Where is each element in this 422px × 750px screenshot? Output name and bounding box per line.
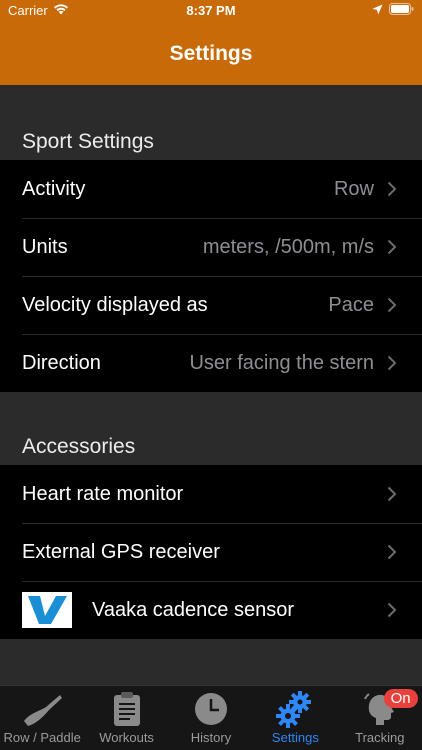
activity-label: Activity xyxy=(22,177,86,200)
tab-tracking[interactable]: On Tracking xyxy=(338,686,422,750)
status-bar: Carrier 8:37 PM xyxy=(0,0,422,22)
status-time: 8:37 PM xyxy=(186,3,236,18)
tab-workouts[interactable]: Workouts xyxy=(84,686,168,750)
chevron-right-icon xyxy=(386,180,398,198)
navigation-bar: Settings xyxy=(0,22,422,85)
clock-icon xyxy=(189,690,233,728)
external-gps-row[interactable]: External GPS receiver xyxy=(0,523,422,581)
tab-label: Tracking xyxy=(355,730,405,745)
tab-bar: Row / Paddle Workouts History Settings O… xyxy=(0,685,422,750)
chevron-right-icon xyxy=(386,485,398,503)
oar-icon xyxy=(20,690,64,728)
tab-label: Row / Paddle xyxy=(3,730,81,745)
clipboard-icon xyxy=(105,690,149,728)
chevron-right-icon xyxy=(386,354,398,372)
section-header-accessories: Accessories xyxy=(22,435,136,458)
velocity-row[interactable]: Velocity displayed as Pace xyxy=(0,276,422,334)
tab-settings[interactable]: Settings xyxy=(253,686,337,750)
units-label: Units xyxy=(22,235,68,258)
activity-value: Row xyxy=(333,177,374,200)
direction-value: User facing the stern xyxy=(189,351,374,374)
direction-label: Direction xyxy=(22,351,101,374)
tab-label: Settings xyxy=(271,730,319,745)
tracking-status-badge: On xyxy=(383,689,418,708)
chevron-right-icon xyxy=(386,296,398,314)
activity-row[interactable]: Activity Row xyxy=(0,160,422,218)
tab-history[interactable]: History xyxy=(169,686,253,750)
vaaka-sensor-label: Vaaka cadence sensor xyxy=(92,598,294,621)
chevron-right-icon xyxy=(386,238,398,256)
accessories-group: Heart rate monitor External GPS receiver… xyxy=(0,465,422,639)
velocity-label: Velocity displayed as xyxy=(22,293,208,316)
vaaka-sensor-row[interactable]: Vaaka cadence sensor xyxy=(0,581,422,639)
page-title: Settings xyxy=(169,41,253,65)
tab-row-paddle[interactable]: Row / Paddle xyxy=(0,686,84,750)
gears-icon xyxy=(273,690,317,728)
sport-settings-group: Activity Row Units meters, /500m, m/s Ve… xyxy=(0,160,422,392)
units-row[interactable]: Units meters, /500m, m/s xyxy=(0,218,422,276)
chevron-right-icon xyxy=(386,543,398,561)
direction-row[interactable]: Direction User facing the stern xyxy=(0,334,422,392)
vaaka-logo-icon xyxy=(22,592,72,628)
location-arrow-icon xyxy=(372,3,383,18)
velocity-value: Pace xyxy=(328,293,374,316)
chevron-right-icon xyxy=(386,601,398,619)
heart-rate-monitor-label: Heart rate monitor xyxy=(22,482,184,505)
external-gps-label: External GPS receiver xyxy=(22,540,220,563)
tab-label: Workouts xyxy=(99,730,154,745)
battery-icon xyxy=(389,3,414,18)
units-value: meters, /500m, m/s xyxy=(202,235,374,258)
section-header-sport: Sport Settings xyxy=(22,130,154,153)
tab-label: History xyxy=(190,730,232,745)
heart-rate-monitor-row[interactable]: Heart rate monitor xyxy=(0,465,422,523)
